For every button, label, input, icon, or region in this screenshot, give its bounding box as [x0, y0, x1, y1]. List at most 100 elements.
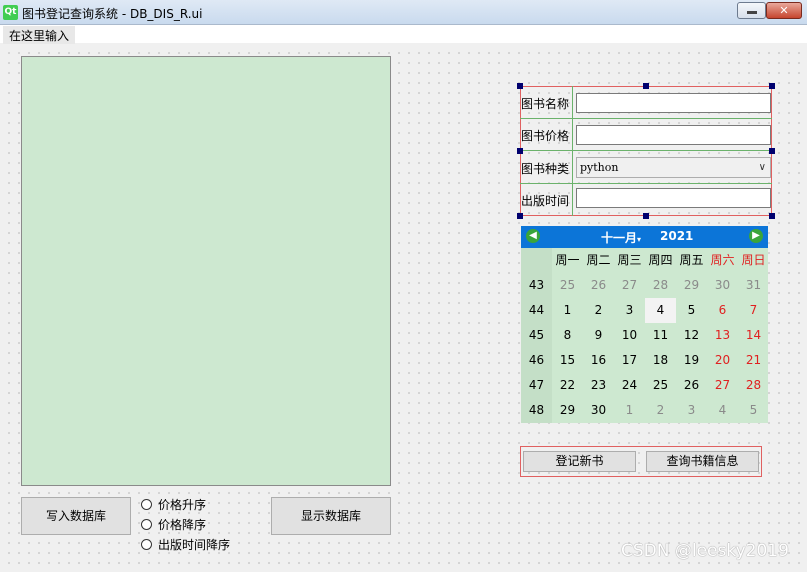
month-dropdown-icon: ▾ — [637, 235, 642, 244]
publish-time-input[interactable] — [576, 188, 771, 208]
selection-handle[interactable] — [769, 213, 775, 219]
calendar-day[interactable]: 24 — [614, 373, 645, 398]
calendar-day[interactable]: 25 — [552, 273, 583, 298]
next-month-arrow-icon[interactable]: ▶ — [749, 229, 763, 243]
week-number: 46 — [528, 353, 545, 367]
weekday-header: 周五 — [679, 253, 704, 267]
calendar-day[interactable]: 10 — [614, 323, 645, 348]
calendar-year[interactable]: 2021 — [660, 229, 693, 243]
calendar-day[interactable]: 8 — [552, 323, 583, 348]
calendar-day[interactable]: 15 — [552, 348, 583, 373]
menu-placeholder-item[interactable]: 在这里输入 — [3, 26, 76, 45]
query-book-button[interactable]: 查询书籍信息 — [646, 451, 759, 472]
selection-handle[interactable] — [517, 83, 523, 89]
calendar-day[interactable]: 26 — [676, 373, 707, 398]
write-database-button[interactable]: 写入数据库 — [21, 497, 131, 535]
calendar-day[interactable]: 9 — [583, 323, 614, 348]
show-database-button[interactable]: 显示数据库 — [271, 497, 391, 535]
week-number: 48 — [528, 403, 545, 417]
calendar-day[interactable]: 27 — [707, 373, 738, 398]
form-divider — [520, 118, 772, 119]
calendar-day[interactable]: 5 — [738, 398, 769, 423]
week-number: 44 — [528, 303, 545, 317]
calendar-day[interactable]: 18 — [645, 348, 676, 373]
calendar-day[interactable]: 25 — [645, 373, 676, 398]
calendar-day[interactable]: 21 — [738, 348, 769, 373]
calendar-day[interactable]: 22 — [552, 373, 583, 398]
calendar-day[interactable]: 28 — [738, 373, 769, 398]
calendar-day[interactable]: 30 — [707, 273, 738, 298]
calendar-day[interactable]: 4 — [707, 398, 738, 423]
window-title: 图书登记查询系统 - DB_DIS_R.ui — [22, 7, 203, 21]
calendar-day[interactable]: 20 — [707, 348, 738, 373]
selection-handle[interactable] — [769, 83, 775, 89]
calendar-day[interactable]: 1 — [552, 298, 583, 323]
calendar-day[interactable]: 30 — [583, 398, 614, 423]
selection-handle[interactable] — [517, 213, 523, 219]
calendar-day[interactable]: 3 — [676, 398, 707, 423]
weekday-header: 周三 — [617, 253, 642, 267]
chevron-down-icon[interactable]: ∨ — [759, 158, 766, 177]
calendar-day[interactable]: 2 — [645, 398, 676, 423]
qt-logo-icon: Qt — [3, 5, 18, 20]
calendar-day[interactable]: 1 — [614, 398, 645, 423]
calendar-day[interactable]: 19 — [676, 348, 707, 373]
radio-circle[interactable] — [141, 538, 152, 550]
close-button[interactable]: ✕ — [766, 2, 802, 19]
calendar-day[interactable]: 12 — [676, 323, 707, 348]
radio-publish-desc[interactable]: 出版时间降序 — [141, 535, 230, 553]
calendar-day[interactable]: 29 — [676, 273, 707, 298]
weekday-header: 周二 — [586, 253, 611, 267]
radio-circle[interactable] — [141, 518, 152, 530]
calendar-day[interactable]: 11 — [645, 323, 676, 348]
book-price-label: 图书价格 — [521, 129, 570, 143]
book-type-combobox[interactable]: python ∨ — [576, 157, 771, 178]
minimize-icon — [747, 11, 757, 14]
form-divider — [520, 150, 772, 151]
calendar-day[interactable]: 5 — [676, 298, 707, 323]
radio-price-desc[interactable]: 价格降序 — [141, 515, 206, 533]
calendar-day[interactable]: 16 — [583, 348, 614, 373]
calendar-day[interactable]: 17 — [614, 348, 645, 373]
register-book-button[interactable]: 登记新书 — [523, 451, 636, 472]
calendar-day[interactable]: 7 — [738, 298, 769, 323]
calendar-day[interactable]: 31 — [738, 273, 769, 298]
radio-label: 价格降序 — [158, 517, 207, 532]
book-name-input[interactable] — [576, 93, 771, 113]
prev-month-arrow-icon[interactable]: ◀ — [526, 229, 540, 243]
calendar-day[interactable]: 14 — [738, 323, 769, 348]
minimize-button[interactable] — [737, 2, 766, 19]
calendar-day[interactable]: 13 — [707, 323, 738, 348]
book-type-value: python — [580, 161, 619, 174]
selection-handle[interactable] — [769, 148, 775, 154]
radio-price-asc[interactable]: 价格升序 — [141, 495, 206, 513]
selection-handle[interactable] — [643, 213, 649, 219]
calendar-widget[interactable]: ◀ 十一月▾ 2021 ▶ 周一 周二 周三 周四 周五 周六 周日 43 44 45 46 47 48… — [521, 226, 768, 423]
watermark-text: CSDN @leesky2019 — [621, 541, 789, 561]
book-type-label: 图书种类 — [521, 162, 570, 176]
calendar-day[interactable]: 29 — [552, 398, 583, 423]
week-number: 47 — [528, 378, 545, 392]
book-price-input[interactable] — [576, 125, 771, 145]
form-divider — [572, 86, 573, 216]
weekday-header: 周六 — [710, 253, 735, 267]
calendar-day[interactable]: 26 — [583, 273, 614, 298]
calendar-day[interactable]: 3 — [614, 298, 645, 323]
calendar-day[interactable]: 28 — [645, 273, 676, 298]
selection-handle[interactable] — [517, 148, 523, 154]
calendar-day[interactable]: 2 — [583, 298, 614, 323]
radio-label: 出版时间降序 — [158, 537, 231, 552]
radio-label: 价格升序 — [158, 497, 207, 512]
calendar-month: 十一月 — [601, 231, 638, 245]
calendar-day-selected[interactable]: 4 — [645, 298, 676, 323]
calendar-month-selector[interactable]: 十一月▾ — [601, 229, 641, 246]
week-number: 43 — [528, 278, 545, 292]
calendar-day[interactable]: 6 — [707, 298, 738, 323]
radio-circle[interactable] — [141, 498, 152, 510]
calendar-day[interactable]: 27 — [614, 273, 645, 298]
calendar-header: ◀ 十一月▾ 2021 ▶ — [521, 226, 768, 248]
title-bar: Qt 图书登记查询系统 - DB_DIS_R.ui ✕ — [0, 0, 807, 25]
calendar-day[interactable]: 23 — [583, 373, 614, 398]
weekday-header: 周日 — [741, 253, 766, 267]
selection-handle[interactable] — [643, 83, 649, 89]
